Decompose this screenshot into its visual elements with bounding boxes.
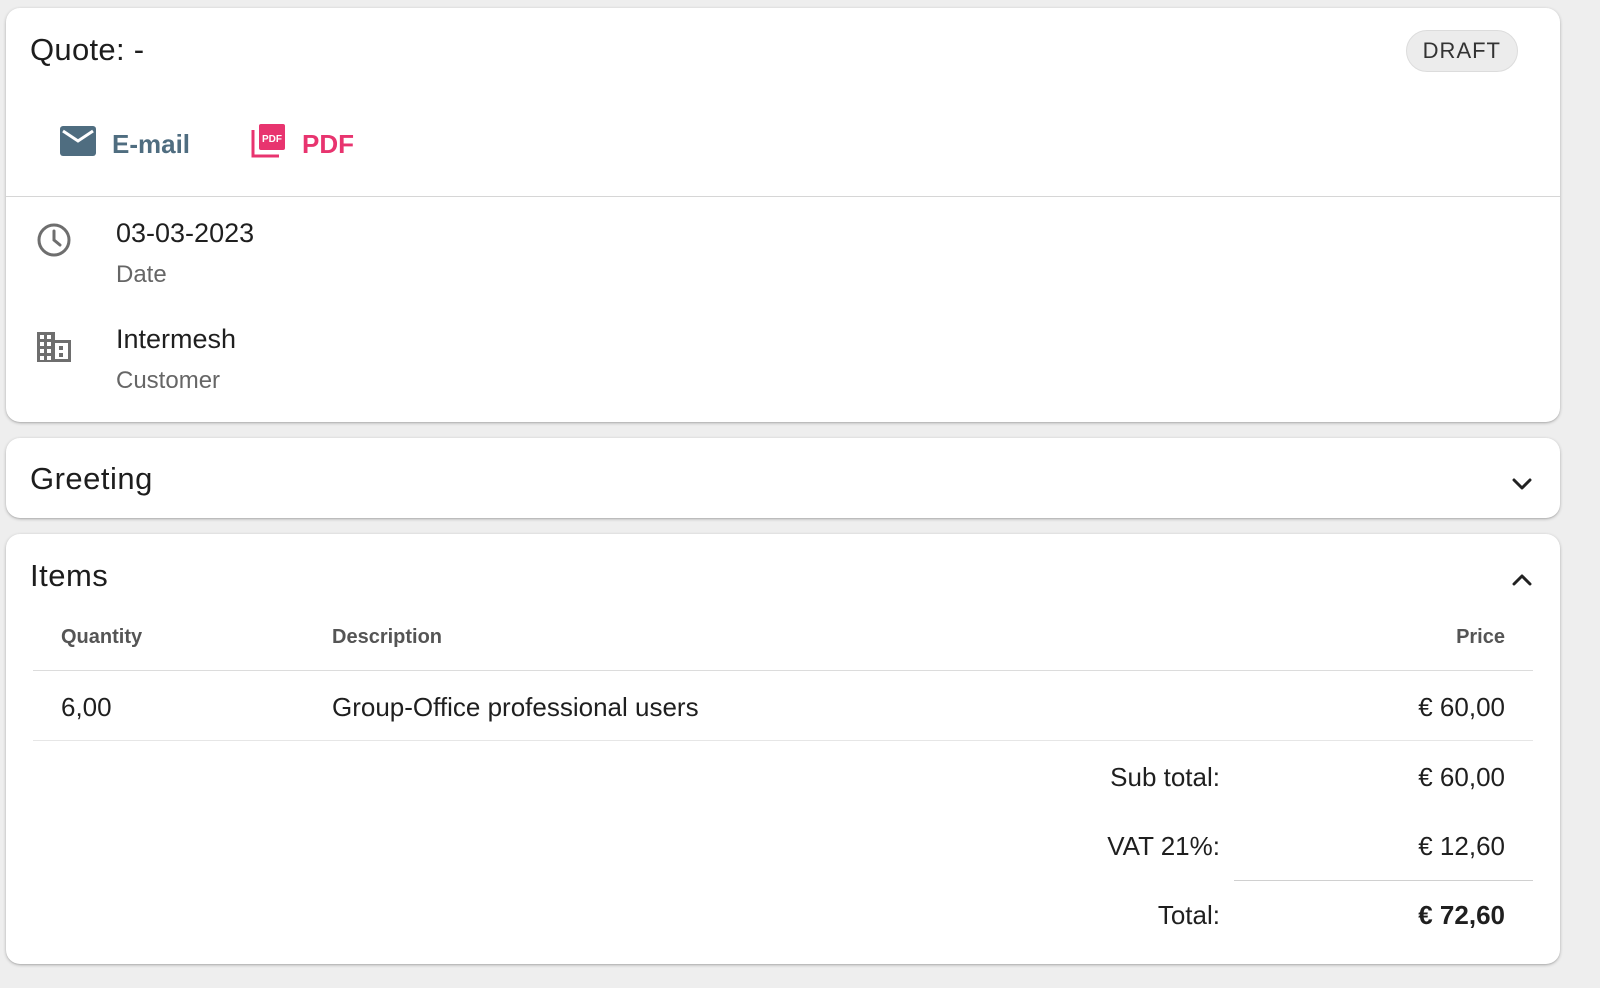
date-value: 03-03-2023: [116, 218, 255, 248]
greeting-panel[interactable]: Greeting: [6, 438, 1560, 518]
pdf-icon: PDF: [250, 123, 286, 166]
quote-card: Quote: - DRAFT E-mail PDF PDF 03-03-2023…: [6, 8, 1560, 422]
page-title: Quote: -: [30, 32, 145, 67]
status-badge: DRAFT: [1405, 30, 1518, 72]
row-divider: [33, 740, 1533, 741]
column-header-quantity: Quantity: [61, 626, 143, 648]
subtotal-label: Sub total:: [1110, 762, 1220, 792]
date-label: Date: [116, 261, 167, 288]
pdf-button-label: PDF: [302, 128, 354, 159]
vat-value: € 12,60: [1418, 831, 1505, 861]
customer-label: Customer: [116, 367, 221, 394]
row-quantity: 6,00: [61, 692, 112, 722]
building-icon: [34, 326, 74, 371]
subtotal-value: € 60,00: [1418, 762, 1505, 792]
pdf-button[interactable]: PDF PDF: [250, 123, 354, 166]
header-divider: [6, 196, 1560, 197]
vat-label: VAT 21%:: [1107, 831, 1220, 861]
clock-icon: [34, 220, 74, 265]
chevron-up-icon[interactable]: [1510, 572, 1534, 593]
column-header-price: Price: [1456, 626, 1505, 648]
mail-icon: [60, 125, 96, 163]
date-field: 03-03-2023 Date: [116, 218, 254, 289]
customer-value: Intermesh: [116, 324, 237, 354]
svg-text:PDF: PDF: [262, 134, 282, 145]
total-value: € 72,60: [1418, 900, 1505, 930]
email-button[interactable]: E-mail: [60, 124, 190, 164]
items-panel: Items Quantity Description Price 6,00 Gr…: [6, 534, 1560, 964]
column-header-description: Description: [332, 626, 443, 648]
total-label: Total:: [1157, 900, 1220, 930]
items-title: Items: [30, 558, 109, 593]
email-button-label: E-mail: [112, 128, 191, 159]
header-divider: [33, 670, 1533, 671]
greeting-title: Greeting: [30, 461, 153, 496]
row-description: Group-Office professional users: [332, 692, 699, 722]
chevron-down-icon[interactable]: [1510, 476, 1534, 497]
customer-field: Intermesh Customer: [116, 324, 236, 395]
total-divider: [1234, 880, 1533, 881]
row-price: € 60,00: [1418, 692, 1505, 722]
